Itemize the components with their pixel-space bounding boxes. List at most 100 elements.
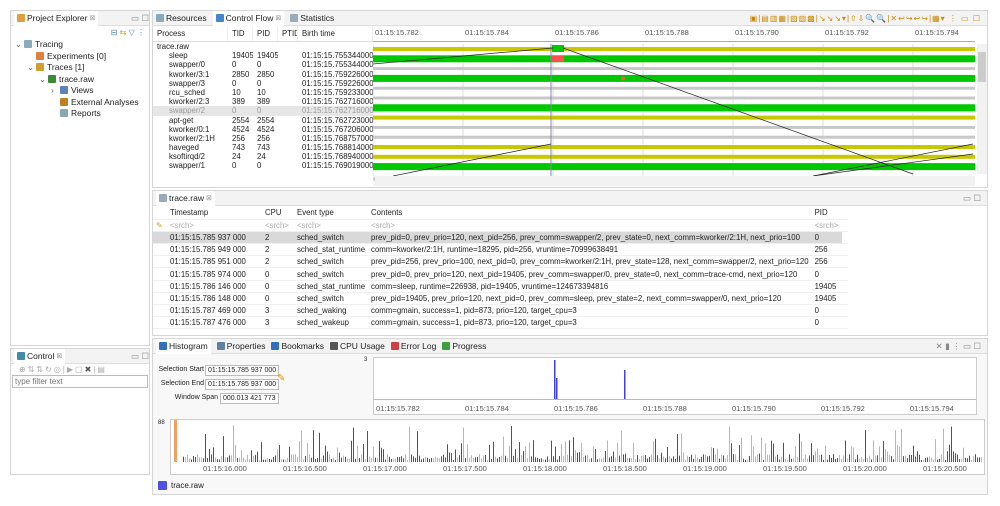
process-row[interactable]: kworker/0:1 4524 4524 01:15:15.767206000 (153, 125, 373, 134)
search-cell[interactable]: <srch> (811, 219, 842, 232)
histogram-bar (443, 454, 444, 462)
process-row[interactable]: swapper/2 0 0 01:15:15.762716000 (153, 106, 373, 116)
column-header[interactable]: Contents (368, 207, 812, 220)
trace-root-row[interactable]: trace.raw (153, 42, 373, 51)
search-cell[interactable]: <srch> (262, 219, 294, 232)
tab-control-flow[interactable]: Control Flow ⊠ (212, 10, 285, 26)
expand-arrow-icon[interactable]: ⌄ (27, 62, 36, 74)
close-icon[interactable]: ⊠ (206, 194, 212, 202)
process-row[interactable]: rcu_sched 10 10 01:15:15.759233000 (153, 88, 373, 97)
column-header[interactable]: PID (253, 26, 278, 41)
tree-item[interactable]: Experiments [0] (15, 51, 149, 63)
window-span-field[interactable]: 000.013 421 773 (220, 393, 279, 404)
process-row[interactable]: kworker/2:3 389 389 01:15:15.762716000 (153, 97, 373, 106)
tree-item[interactable]: ⌄ Tracing (15, 39, 149, 51)
column-header[interactable]: PID (811, 207, 842, 220)
process-row[interactable]: swapper/0 0 0 01:15:15.755344000 (153, 60, 373, 69)
event-row[interactable]: 01:15:15.787 476 000 3 sched_wakeup comm=gm… (153, 316, 848, 330)
close-icon[interactable]: ⊠ (89, 14, 95, 22)
expand-arrow-icon[interactable]: ⌄ (15, 39, 24, 51)
tree-item[interactable]: › Views (15, 85, 149, 97)
tree-item[interactable]: External Analyses (15, 97, 149, 109)
histogram-toolbar[interactable]: ✕ ▮ ⋮ ▭ ☐ (936, 341, 987, 352)
selection-start-field[interactable]: 01:15:15.785 937 000 (205, 365, 280, 376)
lock-icon[interactable]: ✎ (277, 373, 285, 384)
tab-histogram[interactable]: Histogram (156, 338, 211, 354)
zoom-histogram[interactable]: 01:15:15.782 01:15:15.784 01:15:15.786 01:1… (373, 357, 977, 415)
column-header[interactable]: CPU (262, 207, 294, 220)
minimize-icon[interactable]: ▭ ☐ (131, 351, 149, 362)
close-icon[interactable]: ⊠ (56, 352, 62, 360)
histogram-bar (183, 456, 184, 462)
expand-arrow-icon[interactable]: › (51, 85, 60, 97)
sort2-icon[interactable]: ⇅ (36, 365, 45, 374)
tab-cpu-usage[interactable]: CPU Usage (330, 341, 385, 351)
minimize-icon[interactable]: ▭ ☐ (963, 193, 987, 204)
timeline-chart[interactable] (373, 44, 975, 176)
timeline-vscrollbar[interactable] (977, 44, 987, 174)
tab-properties[interactable]: Properties (216, 341, 265, 351)
tab-statistics[interactable]: Statistics (290, 13, 334, 23)
connect-icon[interactable]: ⊕ (19, 365, 28, 374)
process-row[interactable]: swapper/3 0 0 01:15:15.759226000 (153, 79, 373, 88)
tab-project-explorer[interactable]: Project Explorer ⊠ (14, 10, 99, 26)
event-row[interactable]: 01:15:15.785 949 000 2 sched_stat_runtime c… (153, 243, 848, 257)
scroll-thumb[interactable] (978, 52, 986, 82)
selection-end-field[interactable]: 01:15:15.785 937 000 (205, 379, 280, 390)
tree-item[interactable]: ⌄ trace.raw (15, 74, 149, 86)
column-header[interactable]: Event type (294, 207, 369, 220)
full-histogram[interactable]: 01:15:16.000 01:15:16.500 01:15:17.000 01:1… (170, 419, 985, 475)
filter-input[interactable] (12, 375, 148, 388)
column-header[interactable]: Birth time (298, 26, 373, 41)
stop-icon[interactable]: ▢ (75, 365, 85, 374)
histogram-bar (439, 458, 440, 462)
process-row[interactable]: kworker/3:1 2850 2850 01:15:15.759226000 (153, 70, 373, 79)
histogram-bar (457, 457, 458, 462)
event-row[interactable]: 01:15:15.787 469 000 3 sched_waking comm=gm… (153, 304, 848, 318)
bookmarks-icon (271, 342, 280, 350)
tab-resources[interactable]: Resources (156, 13, 207, 23)
search-cell[interactable]: <srch> (294, 219, 369, 232)
process-row[interactable]: sleep 19405 19405 01:15:15.755344000 (153, 51, 373, 60)
import-icon[interactable]: ▤ (97, 365, 107, 374)
refresh-icon[interactable]: ↻ (45, 365, 54, 374)
column-header[interactable]: PTID (278, 26, 298, 41)
pin-icon[interactable]: ✎ (153, 219, 167, 232)
event-row[interactable]: 01:15:15.785 937 000 2 sched_switch prev_pi… (153, 231, 848, 245)
event-row[interactable]: 01:15:15.786 146 000 0 sched_stat_runtime c… (153, 280, 848, 293)
menu-icon[interactable]: ⋮ (137, 28, 145, 37)
tab-control[interactable]: Control ⊠ (14, 348, 66, 364)
process-row[interactable]: kworker/2:1H 256 256 01:15:15.768757000 (153, 134, 373, 143)
process-row[interactable]: haveged 743 743 01:15:15.768814000 (153, 143, 373, 152)
event-row[interactable]: 01:15:15.785 951 000 2 sched_switch prev_pi… (153, 255, 848, 269)
timeline-hscrollbar[interactable]: ‹ (373, 176, 975, 186)
start-icon[interactable]: ▶ (67, 365, 75, 374)
tab-bookmarks[interactable]: Bookmarks (271, 341, 324, 351)
filter-icon[interactable]: ▽ (129, 28, 135, 37)
close-icon[interactable]: ⊠ (275, 14, 281, 22)
process-row[interactable]: apt-get 2554 2554 01:15:15.762723000 (153, 116, 373, 125)
expand-arrow-icon[interactable]: ⌄ (39, 74, 48, 86)
histogram-bar (913, 445, 914, 462)
search-cell[interactable]: <srch> (167, 219, 262, 232)
view-toolbar[interactable]: ▣|▤▥▦|▧▨▩|↘↘↘▾|⇧⇩🔍🔍|✕↩↪↩↪|▦▾ ⋮ ▭ ☐ (750, 14, 987, 23)
destroy-icon[interactable]: ✖ (85, 365, 94, 374)
column-header[interactable]: TID (228, 26, 253, 41)
event-row[interactable]: 01:15:15.786 148 000 0 sched_switch prev_pi… (153, 292, 848, 306)
column-header[interactable]: Process (153, 26, 228, 41)
histogram-bar (687, 455, 688, 462)
collapse-all-icon[interactable]: ⊟ (111, 28, 118, 37)
search-cell[interactable]: <srch> (368, 219, 812, 232)
process-row[interactable]: ksoftirqd/2 24 24 01:15:15.768940000 (153, 152, 373, 161)
minimize-icon[interactable]: ▭ ☐ (131, 13, 149, 24)
event-row[interactable]: 01:15:15.785 974 000 0 sched_switch prev_pi… (153, 267, 848, 281)
link-icon[interactable]: ⇆ (120, 28, 127, 37)
tree-item[interactable]: Reports (15, 108, 149, 120)
tab-progress[interactable]: Progress (442, 341, 486, 351)
tree-item[interactable]: ⌄ Traces [1] (15, 62, 149, 74)
session-icon[interactable]: ◎ (54, 365, 63, 374)
process-row[interactable]: swapper/1 0 0 01:15:15.769019000 (153, 161, 373, 170)
column-header[interactable]: Timestamp (167, 207, 262, 220)
tab-trace-raw[interactable]: trace.raw ⊠ (156, 190, 215, 206)
tab-error-log[interactable]: Error Log (390, 341, 436, 351)
